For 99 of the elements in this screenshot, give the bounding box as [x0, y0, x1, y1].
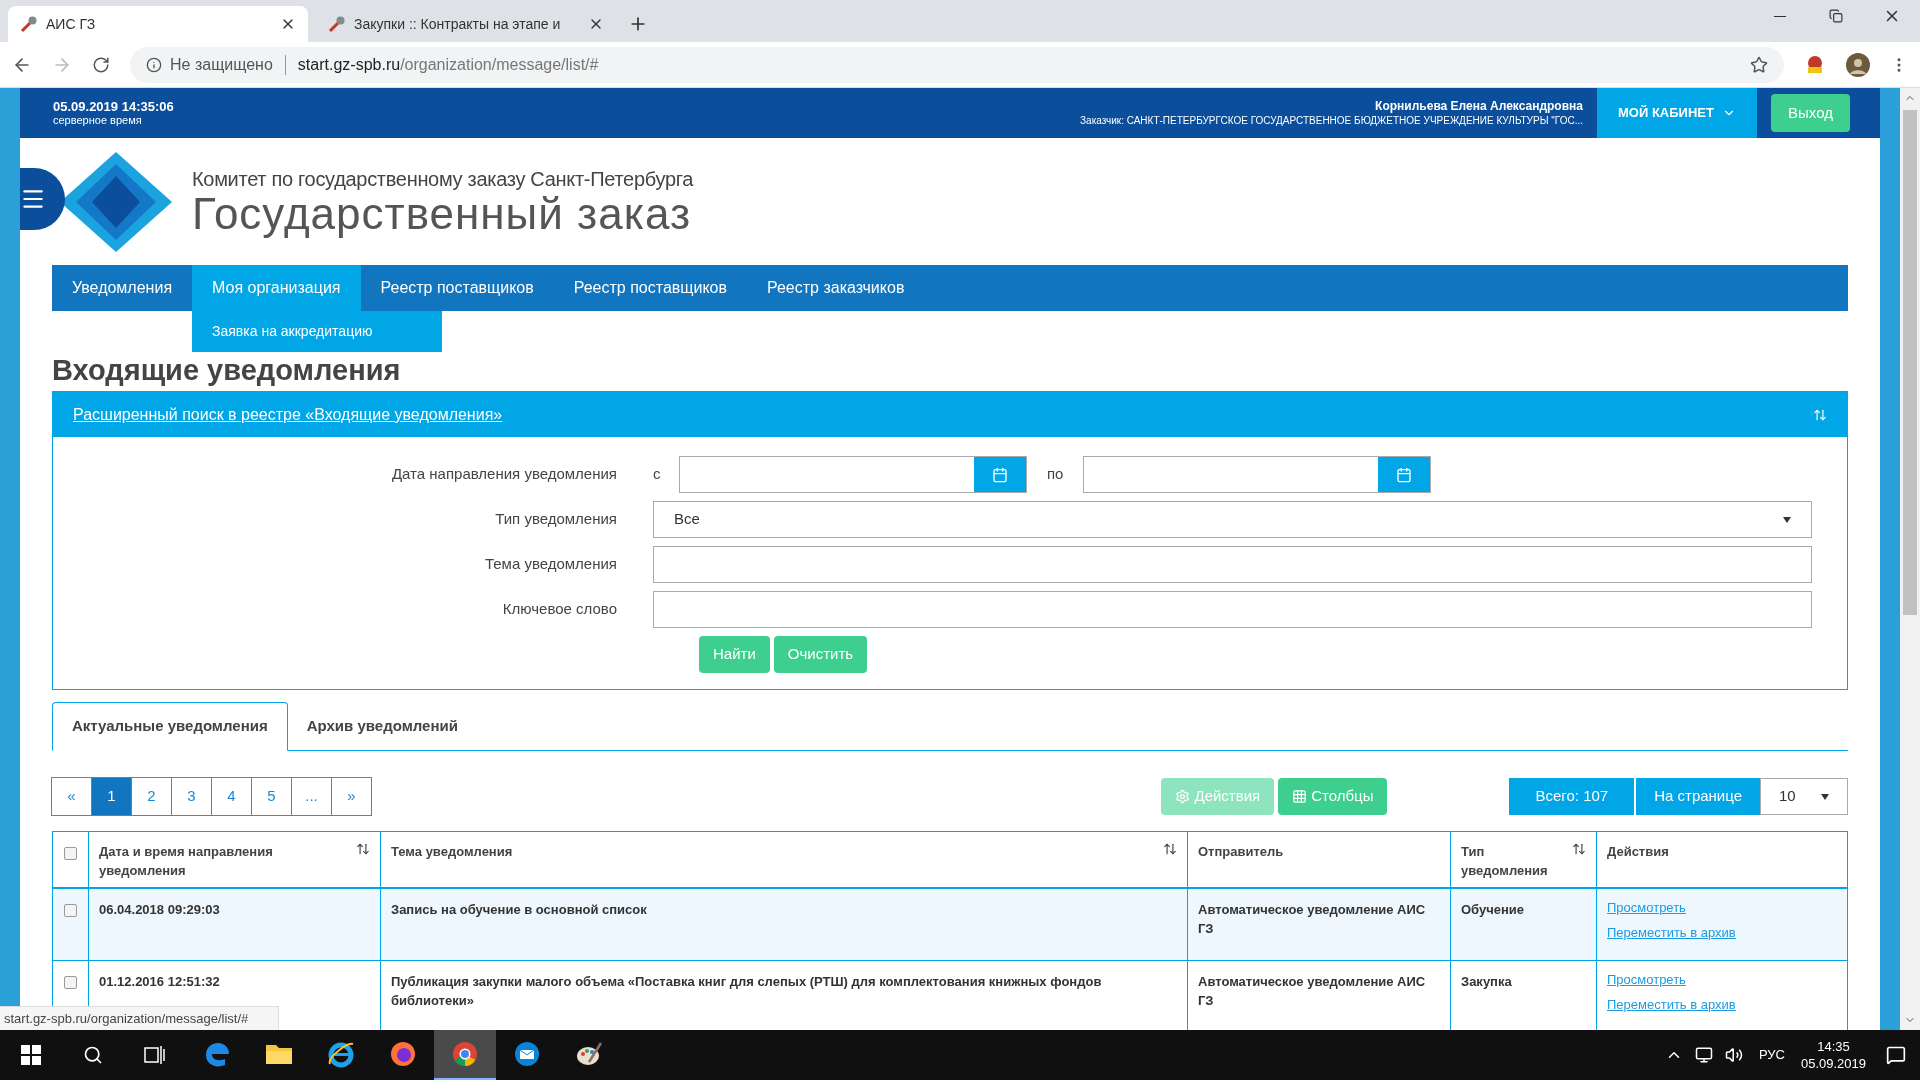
checkbox[interactable] [64, 976, 77, 989]
page-link[interactable]: 2 [131, 777, 172, 816]
bookmark-star-icon[interactable] [1750, 55, 1768, 74]
submenu-item[interactable]: Заявка на аккредитацию [192, 321, 443, 342]
notifications-icon[interactable] [1886, 1045, 1906, 1065]
action-link[interactable]: Просмотреть [1607, 898, 1686, 918]
expand-toggle-icon[interactable] [1813, 407, 1827, 422]
column-header[interactable]: Дата и время направления уведомления [89, 832, 381, 887]
logo-subtitle: Комитет по государственному заказу Санкт-Петербурга [192, 166, 694, 191]
search-icon [83, 1045, 103, 1065]
page-link[interactable]: » [331, 777, 372, 816]
minimize-icon [1774, 15, 1786, 17]
server-time-note: серверное время [53, 114, 143, 127]
tools-icon [328, 15, 346, 33]
column-header[interactable]: Действия [1597, 832, 1847, 887]
logout-button[interactable]: Выход [1771, 94, 1850, 132]
action-link[interactable]: Переместить в архив [1607, 994, 1736, 1014]
folder-icon [265, 1042, 293, 1066]
my-cabinet-button[interactable]: МОЙ КАБИНЕТ [1597, 88, 1757, 138]
wave-icon [203, 1040, 231, 1068]
language-indicator[interactable]: РУС [1758, 1045, 1785, 1065]
envelope-icon [513, 1040, 541, 1068]
type-select[interactable]: Все [653, 501, 1812, 538]
text-field[interactable] [653, 546, 1812, 583]
per-page-label: На странице [1636, 778, 1760, 815]
info-icon [146, 56, 162, 73]
page-link[interactable]: « [51, 777, 92, 816]
task-view-icon [144, 1045, 166, 1065]
action-link[interactable]: Переместить в архив [1607, 922, 1736, 942]
date-from-field[interactable] [679, 456, 1027, 493]
browser-tab[interactable]: АИС ГЗ [8, 6, 308, 42]
columns-button[interactable]: Столбцы [1278, 778, 1388, 815]
checkbox[interactable] [64, 904, 77, 917]
restore-icon [1829, 9, 1843, 23]
field-label: Дата направления уведомления [390, 464, 618, 485]
calendar-icon[interactable] [1396, 466, 1413, 483]
nav-item[interactable]: Реестр заказчиков [747, 265, 925, 311]
field-label: Тип уведомления [494, 509, 618, 530]
sort-icon[interactable] [356, 842, 370, 856]
notification-tab[interactable]: Актуальные уведомления [52, 702, 288, 751]
ring-icon [327, 1040, 355, 1068]
page-title: Входящие уведомления [52, 353, 402, 387]
reload-icon[interactable] [92, 55, 110, 74]
dropdown-arrow-icon [1821, 793, 1829, 800]
clock[interactable]: 14:35 05.09.2019 [1800, 1038, 1866, 1072]
page-link[interactable]: 1 [91, 777, 132, 816]
tools-icon [20, 15, 38, 33]
advanced-search-link[interactable]: Расширенный поиск в реестре «Входящие уведомления» [73, 402, 503, 427]
field-label: Ключевое слово [501, 599, 618, 620]
dropdown-arrow-icon [1783, 516, 1791, 523]
page-link[interactable]: 3 [171, 777, 212, 816]
wheel-icon [451, 1040, 479, 1068]
table-cell: 06.04.2018 09:29:03 [89, 889, 381, 960]
status-url-tooltip: start.gz-spb.ru/organization/message/list/# [0, 1006, 280, 1030]
page-link[interactable]: ... [291, 777, 332, 816]
network-icon[interactable] [1694, 1046, 1713, 1064]
nav-item[interactable]: Моя организация [192, 265, 361, 311]
grid-icon [1292, 789, 1308, 804]
globe-icon [389, 1040, 417, 1068]
column-header[interactable]: Отправитель [1188, 832, 1451, 887]
field-label: Тема уведомления [483, 554, 618, 575]
table-cell: Запись на обучение в основной список [381, 889, 1188, 960]
per-page-select[interactable]: 10 [1760, 778, 1848, 815]
column-header[interactable]: Тема уведомления [381, 832, 1188, 887]
address-bar[interactable]: Не защищено start.gz-spb.ru/organization/message/list/# [130, 46, 1784, 83]
security-label: Не защищено [170, 54, 273, 75]
sort-icon[interactable] [1163, 842, 1177, 856]
nav-item[interactable]: Уведомления [52, 265, 193, 311]
palette-icon [575, 1040, 603, 1068]
to-label: по [1047, 464, 1064, 485]
nav-item[interactable]: Реестр поставщиков [553, 265, 747, 311]
windows-logo-icon [21, 1045, 41, 1065]
notification-tab[interactable]: Архив уведомлений [287, 702, 477, 750]
date-to-field[interactable] [1083, 456, 1432, 493]
total-count: Всего: 107 [1509, 778, 1635, 815]
table-cell: Автоматическое уведомление АИС ГЗ [1188, 889, 1451, 960]
page-link[interactable]: 4 [211, 777, 252, 816]
logo-title: Государственный заказ [192, 190, 692, 237]
profile-avatar-icon[interactable] [1846, 52, 1870, 77]
sort-icon[interactable] [1572, 842, 1586, 856]
gear-icon [1175, 789, 1191, 804]
calendar-icon[interactable] [992, 466, 1008, 483]
text-field[interactable] [653, 591, 1812, 628]
customer-name: Заказчик: САНКТ-ПЕТЕРБУРГСКОЕ ГОСУДАРСТВЕННОЕ БЮДЖЕТНОЕ УЧРЕЖДЕНИЕ КУЛЬТУРЫ "ГОС... [1080, 114, 1583, 127]
from-label: с [653, 464, 662, 485]
user-name: Корнильева Елена Александровна [1375, 99, 1583, 114]
table-cell: Обучение [1451, 889, 1597, 960]
server-datetime: 05.09.2019 14:35:06 [53, 99, 174, 114]
volume-icon[interactable] [1724, 1046, 1743, 1064]
nav-item[interactable]: Реестр поставщиков [360, 265, 554, 311]
find-button[interactable]: Найти [699, 636, 770, 673]
column-header[interactable]: Тип уведомления [1451, 832, 1597, 887]
checkbox[interactable] [64, 847, 77, 860]
tab-title: АИС ГЗ [46, 14, 97, 34]
clear-button[interactable]: Очистить [773, 636, 868, 673]
url-text: start.gz-spb.ru/organization/message/list/# [297, 54, 599, 75]
page-link[interactable]: 5 [251, 777, 292, 816]
action-link[interactable]: Просмотреть [1607, 970, 1686, 990]
tab-title: Закупки :: Контракты на этапе и [354, 14, 562, 34]
